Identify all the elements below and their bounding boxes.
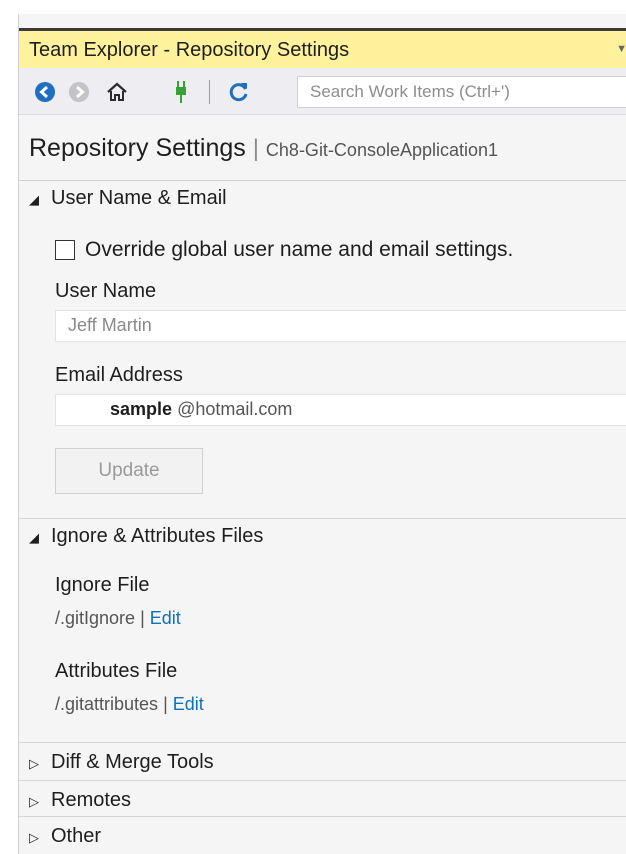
ignore-file-path: /.gitIgnore <box>55 608 136 628</box>
window-title: Team Explorer - Repository Settings <box>29 39 350 61</box>
home-icon[interactable] <box>105 80 129 104</box>
section-header-remotes[interactable]: ▷ Remotes <box>19 784 626 818</box>
section-title-other: Other <box>51 825 102 847</box>
expanded-triangle-icon[interactable]: ◢ <box>29 192 39 208</box>
email-user: sample <box>110 399 173 419</box>
email-label: Email Address <box>55 364 183 386</box>
title-dropdown-icon[interactable]: ▼ <box>616 43 626 55</box>
ignore-file-line: /.gitIgnore | Edit <box>55 608 181 629</box>
override-label[interactable]: Override global user name and email sett… <box>85 238 513 262</box>
user-name-label: User Name <box>55 280 157 302</box>
collapsed-triangle-icon[interactable]: ▷ <box>29 756 39 772</box>
search-input[interactable] <box>298 77 626 107</box>
team-explorer-window: Team Explorer - Repository Settings ▼ Re… <box>18 14 626 854</box>
toolbar-separator <box>209 80 210 104</box>
page-title: Repository Settings | Ch8-Git-ConsoleApp… <box>29 134 498 163</box>
section-title-ignore: Ignore & Attributes Files <box>51 525 264 547</box>
toolbar <box>19 68 626 115</box>
divider-ignore <box>19 742 626 743</box>
section-title-remotes: Remotes <box>51 789 132 811</box>
user-name-field[interactable]: Jeff Martin <box>55 310 626 342</box>
section-header-user[interactable]: ◢ User Name & Email <box>19 182 626 216</box>
forward-icon[interactable] <box>67 80 91 104</box>
update-button[interactable]: Update <box>55 448 203 494</box>
edit-attributes-link[interactable]: Edit <box>173 694 204 714</box>
refresh-icon[interactable] <box>227 80 251 104</box>
collapsed-triangle-icon[interactable]: ▷ <box>29 794 39 810</box>
back-icon[interactable] <box>33 80 57 104</box>
ignore-file-label: Ignore File <box>55 574 150 596</box>
connect-icon[interactable] <box>169 80 193 104</box>
outer-frame-left <box>0 0 18 854</box>
repository-name: Ch8-Git-ConsoleApplication1 <box>265 140 499 160</box>
attributes-file-line: /.gitattributes | Edit <box>55 694 204 715</box>
pipe-separator: | <box>140 608 145 628</box>
page-header: Repository Settings | Ch8-Git-ConsoleApp… <box>19 124 626 181</box>
title-bar[interactable]: Team Explorer - Repository Settings ▼ <box>19 28 626 68</box>
section-header-ignore[interactable]: ◢ Ignore & Attributes Files <box>19 520 626 554</box>
attributes-file-label: Attributes File <box>55 660 178 682</box>
divider-user <box>19 518 626 519</box>
email-domain: @hotmail.com <box>177 399 293 419</box>
divider-diff <box>19 780 626 781</box>
page-title-text: Repository Settings <box>29 134 246 162</box>
section-title-diff: Diff & Merge Tools <box>51 751 214 773</box>
section-title-user: User Name & Email <box>51 187 227 209</box>
divider-remotes <box>19 816 626 817</box>
section-header-other[interactable]: ▷ Other <box>19 820 626 854</box>
section-header-diff[interactable]: ▷ Diff & Merge Tools <box>19 746 626 780</box>
edit-ignore-link[interactable]: Edit <box>150 608 181 628</box>
collapsed-triangle-icon[interactable]: ▷ <box>29 830 39 846</box>
title-separator: | <box>252 135 259 162</box>
pipe-separator: | <box>163 694 168 714</box>
user-name-value: Jeff Martin <box>68 315 152 335</box>
expanded-triangle-icon[interactable]: ◢ <box>29 530 39 546</box>
attributes-file-path: /.gitattributes <box>55 694 159 714</box>
override-checkbox[interactable] <box>55 240 75 260</box>
search-work-items[interactable] <box>297 76 626 108</box>
email-field[interactable]: sample @hotmail.com <box>55 394 626 426</box>
